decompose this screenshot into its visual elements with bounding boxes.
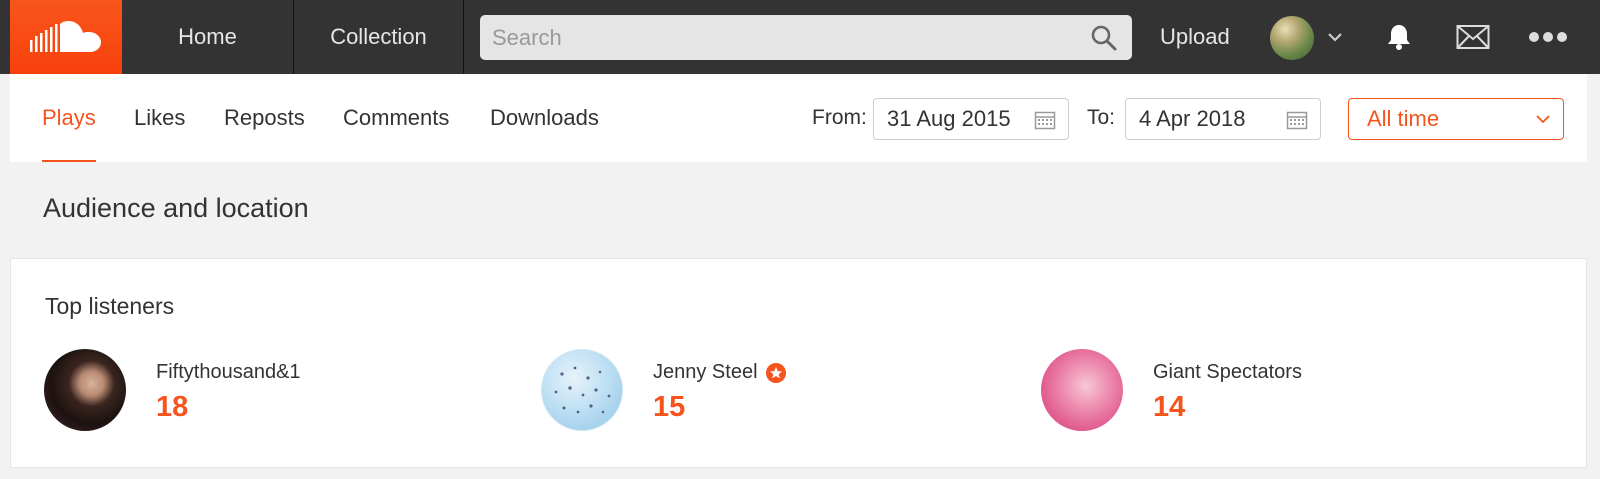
tab-downloads[interactable]: Downloads (490, 74, 599, 162)
nav-collection[interactable]: Collection (294, 0, 464, 74)
listener-play-count: 18 (156, 391, 189, 423)
calendar-icon[interactable] (1034, 109, 1056, 131)
time-range-select[interactable]: All time (1348, 98, 1564, 140)
section-title: Audience and location (43, 193, 309, 223)
to-date-field[interactable]: 4 Apr 2018 (1125, 98, 1321, 140)
listener-avatar[interactable] (1041, 349, 1123, 431)
chevron-down-icon[interactable] (1326, 28, 1344, 46)
soundcloud-logo[interactable] (10, 0, 122, 74)
more-icon[interactable] (1528, 28, 1568, 46)
tab-comments[interactable]: Comments (343, 74, 449, 162)
chevron-down-icon (1536, 115, 1550, 124)
bell-icon[interactable] (1384, 22, 1414, 52)
to-date-value: 4 Apr 2018 (1139, 106, 1246, 131)
listener-play-count: 14 (1153, 391, 1186, 423)
top-bar: Home Collection Upload (0, 0, 1600, 74)
from-date-value: 31 Aug 2015 (887, 106, 1011, 131)
listener-name[interactable]: Jenny Steel (653, 361, 786, 384)
stats-tab-row: Plays Likes Reposts Comments Downloads F… (10, 74, 1587, 162)
tab-reposts[interactable]: Reposts (224, 74, 305, 162)
tab-likes[interactable]: Likes (134, 74, 185, 162)
soundcloud-cloud-icon (30, 20, 101, 52)
from-date-field[interactable]: 31 Aug 2015 (873, 98, 1069, 140)
user-avatar[interactable] (1270, 16, 1314, 60)
to-label: To: (1087, 106, 1116, 129)
birds-pattern-icon (554, 366, 611, 414)
search-icon[interactable] (1090, 24, 1118, 52)
top-listeners-card: Top listeners Fiftythousand&1 18 Jenny S… (10, 258, 1587, 468)
listener-name[interactable]: Fiftythousand&1 (156, 361, 301, 384)
listener-avatar[interactable] (541, 349, 623, 431)
nav-home[interactable]: Home (122, 0, 294, 74)
time-range-value: All time (1367, 106, 1440, 131)
tab-plays[interactable]: Plays (42, 74, 96, 162)
pro-star-badge-icon (765, 362, 786, 383)
calendar-icon[interactable] (1286, 109, 1308, 131)
search-input[interactable] (480, 15, 1080, 60)
from-label: From: (812, 106, 867, 129)
listener-avatar[interactable] (44, 349, 126, 431)
upload-link[interactable]: Upload (1160, 0, 1230, 74)
listener-play-count: 15 (653, 391, 686, 423)
card-title: Top listeners (45, 293, 175, 319)
mail-icon[interactable] (1456, 24, 1490, 50)
listener-name[interactable]: Giant Spectators (1153, 361, 1302, 384)
search-box (480, 15, 1132, 60)
